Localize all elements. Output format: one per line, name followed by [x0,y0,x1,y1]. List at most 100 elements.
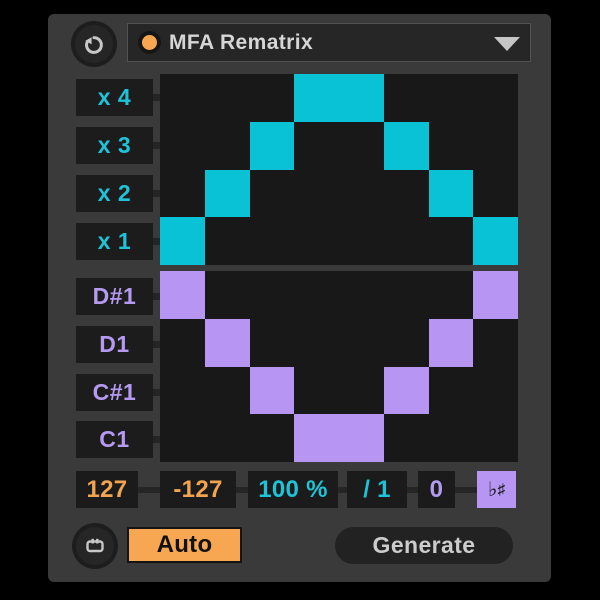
matrix-cell[interactable] [384,367,429,415]
row-label-x4[interactable]: x 4 [76,79,153,116]
matrix-cell[interactable] [384,217,429,265]
row-label-ds1[interactable]: D#1 [76,278,153,315]
matrix-cell[interactable] [339,217,384,265]
matrix-cell[interactable] [384,170,429,218]
loop-button[interactable] [76,527,114,565]
connector [153,94,160,101]
matrix-cell[interactable] [473,170,518,218]
matrix-cell[interactable] [250,217,295,265]
matrix-cell[interactable] [160,414,205,462]
matrix-cell[interactable] [205,271,250,319]
matrix-cell[interactable] [339,122,384,170]
matrix-cell[interactable] [429,74,474,122]
flat-icon: ♭ [488,477,498,502]
matrix-cell[interactable] [250,122,295,170]
matrix-cell[interactable] [250,170,295,218]
connector [138,487,160,493]
connector [153,238,160,245]
matrix-cell[interactable] [339,414,384,462]
matrix-cell[interactable] [205,414,250,462]
connector [153,142,160,149]
matrix-cell[interactable] [160,217,205,265]
matrix-cell[interactable] [384,74,429,122]
connector [338,487,347,493]
matrix-cell[interactable] [250,367,295,415]
matrix-cell[interactable] [339,271,384,319]
matrix-cell[interactable] [429,217,474,265]
connector [455,487,477,493]
preset-dropdown[interactable]: MFA Rematrix [127,23,531,62]
matrix-cell[interactable] [294,271,339,319]
row-label-x1[interactable]: x 1 [76,223,153,260]
preset-name: MFA Rematrix [169,31,494,55]
matrix-cell[interactable] [294,74,339,122]
matrix-cell[interactable] [205,319,250,367]
matrix-cell[interactable] [250,271,295,319]
matrix-cell[interactable] [339,170,384,218]
matrix-cell[interactable] [294,367,339,415]
matrix-cell[interactable] [294,319,339,367]
matrix-cell[interactable] [294,217,339,265]
matrix-cell[interactable] [205,217,250,265]
generate-button[interactable]: Generate [335,527,513,564]
matrix-cell[interactable] [250,74,295,122]
matrix-cell[interactable] [160,271,205,319]
matrix-cell[interactable] [473,217,518,265]
refresh-button[interactable] [75,25,113,63]
probability-field[interactable]: 100 % [248,471,338,508]
matrix-cell[interactable] [429,170,474,218]
velocity-max-field[interactable]: 127 [76,471,138,508]
row-label-d1[interactable]: D1 [76,326,153,363]
row-label-cs1[interactable]: C#1 [76,374,153,411]
matrix-cell[interactable] [429,319,474,367]
matrix-cell[interactable] [473,367,518,415]
matrix-cell[interactable] [205,122,250,170]
matrix-cell[interactable] [339,74,384,122]
connector [153,389,160,396]
matrix-cell[interactable] [160,122,205,170]
matrix-cell[interactable] [160,170,205,218]
matrix-cell[interactable] [160,319,205,367]
connector [153,293,160,300]
matrix-cell[interactable] [473,414,518,462]
row-label-c1[interactable]: C1 [76,421,153,458]
led-indicator [142,35,157,50]
matrix-cell[interactable] [429,271,474,319]
matrix-cell[interactable] [384,319,429,367]
transpose-field[interactable]: 0 [418,471,455,508]
matrix-cell[interactable] [160,367,205,415]
row-label-x2[interactable]: x 2 [76,175,153,212]
matrix-cell[interactable] [429,122,474,170]
matrix-cell[interactable] [339,319,384,367]
matrix-cell[interactable] [473,74,518,122]
matrix-cell[interactable] [250,414,295,462]
connector [407,487,418,493]
device-panel: MFA Rematrix x 4 x 3 x 2 x 1 D#1 D1 C#1 … [48,14,551,582]
matrix-cell[interactable] [384,271,429,319]
connector [153,341,160,348]
matrix-cell[interactable] [384,122,429,170]
matrix-cell[interactable] [473,271,518,319]
accidental-toggle[interactable]: ♭♯ [477,471,516,508]
matrix-cell[interactable] [160,74,205,122]
velocity-min-field[interactable]: -127 [160,471,236,508]
matrix-cell[interactable] [473,319,518,367]
matrix-cell[interactable] [339,367,384,415]
matrix-cell[interactable] [429,367,474,415]
matrix-cell[interactable] [294,122,339,170]
row-label-x3[interactable]: x 3 [76,127,153,164]
matrix-cell[interactable] [250,319,295,367]
auto-toggle[interactable]: Auto [127,527,242,563]
matrix-cell[interactable] [205,170,250,218]
multiplier-matrix [160,74,518,265]
division-field[interactable]: / 1 [347,471,407,508]
matrix-cell[interactable] [294,170,339,218]
matrix-cell[interactable] [473,122,518,170]
chevron-down-icon [494,37,520,51]
matrix-cell[interactable] [429,414,474,462]
matrix-cell[interactable] [205,74,250,122]
connector [153,436,160,443]
matrix-cell[interactable] [294,414,339,462]
matrix-cell[interactable] [205,367,250,415]
matrix-cell[interactable] [384,414,429,462]
